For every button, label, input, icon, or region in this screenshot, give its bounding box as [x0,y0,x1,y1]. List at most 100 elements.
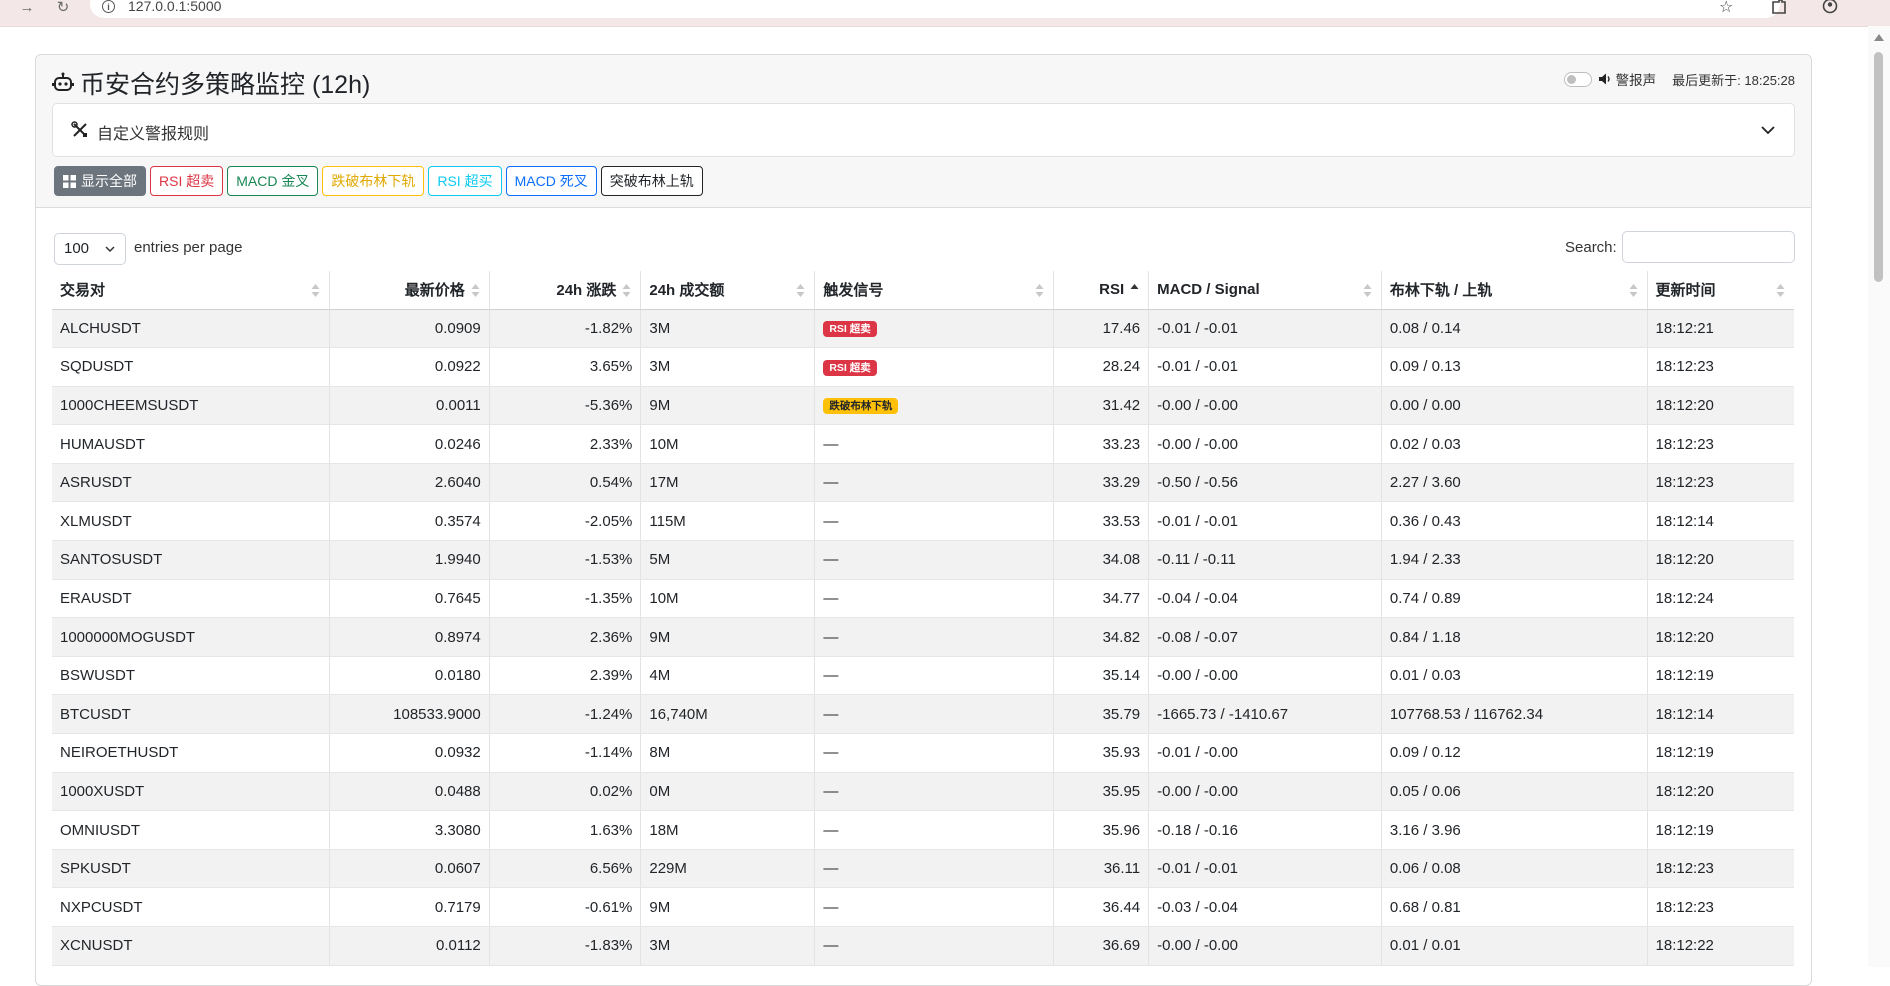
cell-bollinger-bands: 107768.53 / 116762.34 [1381,694,1648,735]
cell-change-24h: -1.35% [489,579,642,619]
alert-rules-accordion[interactable]: 自定义警报规则 [52,103,1795,157]
cell-signal: — [814,463,1054,503]
cell-price: 0.0932 [329,733,490,773]
scrollbar-thumb[interactable] [1874,52,1883,282]
forward-icon[interactable]: → [16,0,38,18]
sort-icon [471,284,480,297]
filter-all-label: 显示全部 [81,173,137,189]
filter-below-lower-band-button[interactable]: 跌破布林下轨 [322,166,425,196]
scroll-up-icon[interactable] [1874,34,1884,41]
cell-volume-24h: 10M [640,424,816,464]
star-icon[interactable]: ☆ [1719,0,1733,16]
cell-symbol: BSWUSDT [52,656,330,696]
cell-symbol: 1000XUSDT [52,772,330,812]
cell-change-24h: -1.53% [489,540,642,580]
cell-updated-time: 18:12:14 [1647,694,1794,735]
search-input[interactable] [1622,231,1795,263]
column-header-volume-24h[interactable]: 24h 成交额 [640,271,816,310]
cell-change-24h: -5.36% [489,386,642,426]
cell-bollinger-bands: 0.09 / 0.13 [1381,347,1648,387]
cell-symbol: NXPCUSDT [52,887,330,927]
cell-symbol: ALCHUSDT [52,309,330,349]
column-header-label: 更新时间 [1655,282,1716,300]
cell-volume-24h: 4M [640,656,816,696]
url-text: 127.0.0.1:5000 [128,0,222,14]
table-row: SPKUSDT 0.0607 6.56% 229M —36.11 -0.01 / -0.0… [52,849,1794,889]
column-header-updated-time[interactable]: 更新时间 [1647,271,1794,310]
extensions-icon[interactable] [1771,0,1787,14]
filter-macd-death-cross-label: MACD 死叉 [514,173,588,189]
tools-icon [71,121,87,137]
column-header-label: MACD / Signal [1157,281,1260,299]
cell-rsi: 35.93 [1053,733,1150,773]
cell-macd-signal: -0.01 / -0.01 [1148,849,1382,889]
cell-price: 1.9940 [329,540,490,580]
sort-icon [796,284,805,297]
cell-updated-time: 18:12:19 [1647,656,1794,696]
cell-macd-signal: -0.50 / -0.56 [1148,463,1382,503]
filter-macd-death-cross-button[interactable]: MACD 死叉 [505,166,597,196]
cell-signal: — [814,926,1054,966]
cell-macd-signal: -1665.73 / -1410.67 [1148,694,1382,735]
cell-updated-time: 18:12:19 [1647,810,1794,850]
column-header-signal[interactable]: 触发信号 [814,271,1054,310]
cell-rsi: 34.08 [1053,540,1150,580]
cell-price: 0.7179 [329,887,490,927]
filter-macd-golden-cross-button[interactable]: MACD 金叉 [227,166,319,196]
cell-signal: — [814,733,1054,773]
card-header: 币安合约多策略监控 (12h) 警报声 最后更新于: 18:25:28 自定义警… [36,55,1811,208]
filter-all-button[interactable]: 显示全部 [54,166,146,196]
column-header-label: 布林下轨 / 上轨 [1389,282,1493,300]
cell-change-24h: -1.14% [489,733,642,773]
cell-change-24h: 2.39% [489,656,642,696]
cell-signal: — [814,579,1054,619]
column-header-symbol[interactable]: 交易对 [52,271,330,310]
table-row: NEIROETHUSDT 0.0932 -1.14% 8M —35.93 -0.01 / … [52,733,1794,773]
cell-bollinger-bands: 0.74 / 0.89 [1381,579,1648,619]
column-header-label: RSI [1099,281,1125,299]
sort-icon [1629,284,1638,297]
table-row: BSWUSDT 0.0180 2.39% 4M —35.14 -0.00 / -0.00 0… [52,656,1794,696]
chevron-down-icon[interactable] [1760,122,1776,138]
cell-volume-24h: 3M [640,926,816,966]
cell-volume-24h: 5M [640,540,816,580]
cell-bollinger-bands: 0.05 / 0.06 [1381,772,1648,812]
site-info-icon[interactable]: i [102,0,115,13]
cell-macd-signal: -0.18 / -0.16 [1148,810,1382,850]
alarm-toggle[interactable] [1563,71,1592,87]
cell-updated-time: 18:12:22 [1647,926,1794,966]
cell-volume-24h: 3M [640,347,816,387]
entries-per-page-label: entries per page [134,239,243,256]
column-header-rsi[interactable]: RSI [1053,271,1150,310]
cell-price: 0.3574 [329,501,490,542]
cell-updated-time: 18:12:23 [1647,424,1794,464]
column-header-change-24h[interactable]: 24h 涨跌 [489,271,642,310]
cell-price: 0.7645 [329,579,490,619]
cell-change-24h: 0.54% [489,463,642,503]
signal-badge: RSI 超卖 [823,359,877,376]
filter-above-upper-band-button[interactable]: 突破布林上轨 [600,166,703,196]
column-header-macd-signal[interactable]: MACD / Signal [1148,271,1382,310]
cell-volume-24h: 115M [640,501,816,542]
cell-macd-signal: -0.01 / -0.00 [1148,733,1382,773]
column-header-label: 交易对 [60,282,106,300]
reload-icon[interactable]: ↻ [52,0,74,18]
page-length-select[interactable]: 100 [54,233,126,265]
cell-symbol: OMNIUSDT [52,810,330,850]
cell-volume-24h: 18M [640,810,816,850]
column-header-bollinger-bands[interactable]: 布林下轨 / 上轨 [1381,271,1648,310]
cell-bollinger-bands: 2.27 / 3.60 [1381,463,1648,503]
profile-icon[interactable] [1822,0,1838,14]
signal-badge: RSI 超卖 [823,321,877,338]
title-row: 币安合约多策略监控 (12h) [52,63,370,103]
filter-rsi-oversold-button[interactable]: RSI 超卖 [150,166,224,196]
address-bar[interactable]: i 127.0.0.1:5000 [90,0,1780,18]
cell-rsi: 35.95 [1053,772,1150,812]
filter-rsi-overbought-button[interactable]: RSI 超买 [428,166,502,196]
column-header-price[interactable]: 最新价格 [329,271,490,310]
cell-price: 0.0488 [329,772,490,812]
cell-volume-24h: 16,740M [640,694,816,735]
page-scrollbar[interactable] [1868,26,1890,967]
cell-change-24h: -1.83% [489,926,642,966]
cell-updated-time: 18:12:23 [1647,463,1794,503]
